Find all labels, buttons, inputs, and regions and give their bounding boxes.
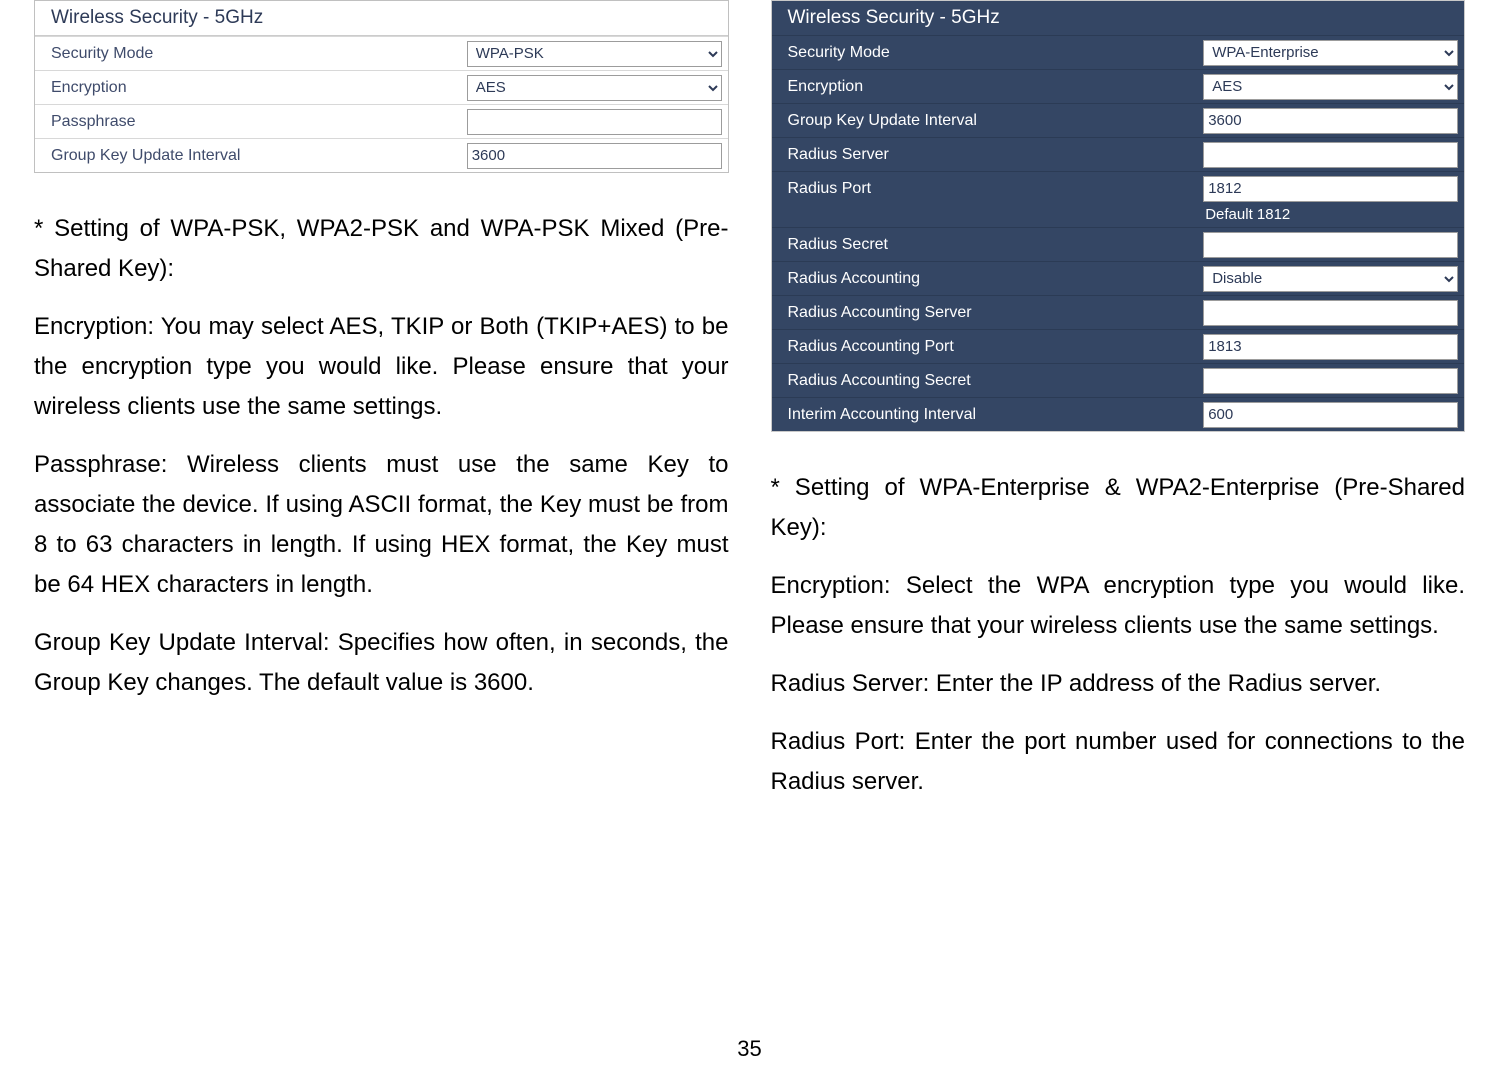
ent-text-radius-server: Radius Server: Enter the IP address of t…: [771, 664, 1466, 704]
ent-input-interim-acct-interval: [1203, 402, 1458, 428]
psk-row-security-mode: Security Mode WPA-PSK: [35, 36, 728, 70]
ent-row-interim-acct-interval: Interim Accounting Interval: [772, 397, 1465, 431]
ent-label-radius-server: Radius Server: [788, 146, 1204, 164]
ent-select-encryption[interactable]: AES: [1203, 74, 1458, 100]
ent-label-radius-port: Radius Port: [788, 180, 1204, 198]
ent-label-radius-acct-secret: Radius Accounting Secret: [788, 372, 1204, 390]
psk-input-gkui[interactable]: [467, 143, 722, 169]
ent-label-security-mode: Security Mode: [788, 44, 1204, 62]
ent-input-radius-acct-port: [1203, 334, 1458, 360]
page-number: 35: [0, 1036, 1499, 1062]
ent-input-radius-secret[interactable]: [1203, 232, 1458, 258]
psk-text-gkui: Group Key Update Interval: Specifies how…: [34, 623, 729, 703]
ent-panel: Wireless Security - 5GHz Security Mode W…: [771, 0, 1466, 432]
psk-manual-text: * Setting of WPA-PSK, WPA2-PSK and WPA-P…: [34, 209, 729, 703]
ent-row-radius-acct-port: Radius Accounting Port: [772, 329, 1465, 363]
ent-text-radius-port: Radius Port: Enter the port number used …: [771, 722, 1466, 802]
ent-label-interim-acct-interval: Interim Accounting Interval: [788, 406, 1204, 424]
psk-row-passphrase: Passphrase: [35, 104, 728, 138]
psk-input-passphrase[interactable]: [467, 109, 722, 135]
psk-label-security-mode: Security Mode: [51, 45, 467, 63]
ent-label-radius-accounting: Radius Accounting: [788, 270, 1204, 288]
ent-label-radius-secret: Radius Secret: [788, 236, 1204, 254]
ent-row-radius-accounting: Radius Accounting Disable: [772, 261, 1465, 295]
ent-panel-title: Wireless Security - 5GHz: [772, 1, 1465, 35]
ent-row-radius-secret: Radius Secret: [772, 227, 1465, 261]
ent-label-encryption: Encryption: [788, 78, 1204, 96]
ent-label-gkui: Group Key Update Interval: [788, 112, 1204, 130]
psk-text-encryption: Encryption: You may select AES, TKIP or …: [34, 307, 729, 427]
psk-label-passphrase: Passphrase: [51, 113, 467, 131]
ent-row-radius-acct-secret: Radius Accounting Secret: [772, 363, 1465, 397]
psk-text-passphrase: Passphrase: Wireless clients must use th…: [34, 445, 729, 605]
ent-row-security-mode: Security Mode WPA-Enterprise: [772, 35, 1465, 69]
ent-input-radius-acct-server: [1203, 300, 1458, 326]
psk-label-encryption: Encryption: [51, 79, 467, 97]
psk-select-encryption[interactable]: AES: [467, 75, 722, 101]
psk-label-gkui: Group Key Update Interval: [51, 147, 467, 165]
ent-hint-radius-port: Default 1812: [1203, 206, 1458, 223]
ent-row-radius-port-hint: Default 1812: [772, 205, 1465, 227]
ent-label-radius-acct-server: Radius Accounting Server: [788, 304, 1204, 322]
ent-input-radius-server[interactable]: [1203, 142, 1458, 168]
psk-panel: Wireless Security - 5GHz Security Mode W…: [34, 0, 729, 173]
ent-text-heading: * Setting of WPA-Enterprise & WPA2-Enter…: [771, 468, 1466, 548]
psk-select-security-mode[interactable]: WPA-PSK: [467, 41, 722, 67]
ent-select-security-mode[interactable]: WPA-Enterprise: [1203, 40, 1458, 66]
ent-input-radius-port[interactable]: [1203, 176, 1458, 202]
ent-row-encryption: Encryption AES: [772, 69, 1465, 103]
ent-input-gkui[interactable]: [1203, 108, 1458, 134]
ent-manual-text: * Setting of WPA-Enterprise & WPA2-Enter…: [771, 468, 1466, 802]
psk-text-heading: * Setting of WPA-PSK, WPA2-PSK and WPA-P…: [34, 209, 729, 289]
psk-row-encryption: Encryption AES: [35, 70, 728, 104]
ent-row-radius-port: Radius Port: [772, 171, 1465, 205]
ent-input-radius-acct-secret: [1203, 368, 1458, 394]
ent-row-radius-server: Radius Server: [772, 137, 1465, 171]
ent-row-gkui: Group Key Update Interval: [772, 103, 1465, 137]
ent-text-encryption: Encryption: Select the WPA encryption ty…: [771, 566, 1466, 646]
ent-row-radius-acct-server: Radius Accounting Server: [772, 295, 1465, 329]
ent-select-radius-accounting[interactable]: Disable: [1203, 266, 1458, 292]
psk-panel-title: Wireless Security - 5GHz: [35, 1, 728, 36]
psk-row-gkui: Group Key Update Interval: [35, 138, 728, 172]
ent-label-radius-acct-port: Radius Accounting Port: [788, 338, 1204, 356]
